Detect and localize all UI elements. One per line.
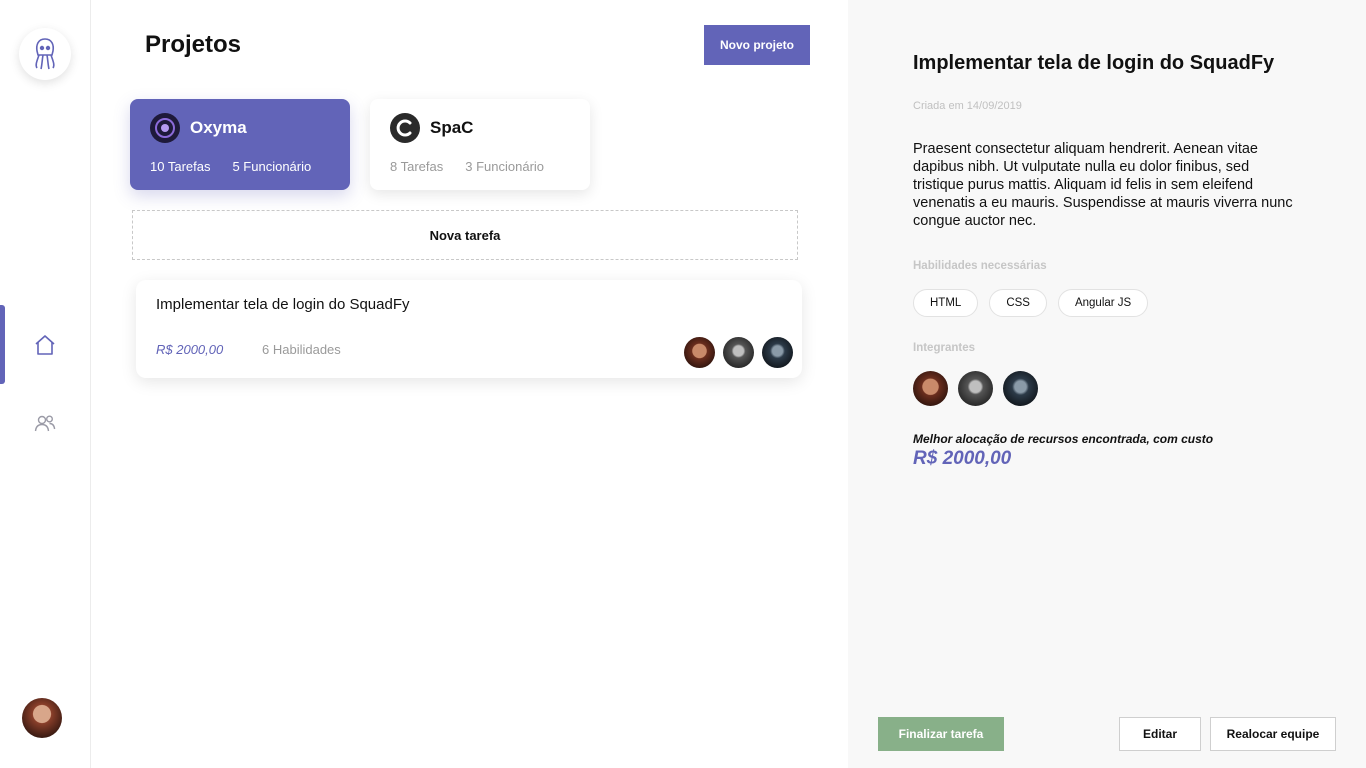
skills-list: HTML CSS Angular JS <box>913 289 1149 317</box>
detail-description: Praesent consectetur aliquam hendrerit. … <box>913 141 1293 229</box>
nav-active-indicator <box>0 305 5 384</box>
project-card-oxyma[interactable]: Oxyma 10 Tarefas 5 Funcionário <box>130 99 350 190</box>
best-allocation-label: Melhor alocação de recursos encontrada, … <box>913 432 1214 446</box>
skill-chip: CSS <box>989 289 1047 317</box>
spac-logo-icon <box>390 113 420 143</box>
task-member-avatars <box>684 337 793 368</box>
home-icon[interactable] <box>31 331 59 359</box>
project-task-count: 10 Tarefas <box>150 159 211 174</box>
avatar <box>762 337 793 368</box>
avatar <box>723 337 754 368</box>
avatar[interactable] <box>1003 371 1038 406</box>
reassign-team-button[interactable]: Realocar equipe <box>1210 717 1336 751</box>
new-task-button[interactable]: Nova tarefa <box>132 210 798 260</box>
users-icon[interactable] <box>31 409 59 437</box>
project-task-count: 8 Tarefas <box>390 159 444 174</box>
user-avatar[interactable] <box>22 698 62 738</box>
avatar[interactable] <box>958 371 993 406</box>
skill-chip: HTML <box>913 289 979 317</box>
page-title: Projetos <box>145 31 242 58</box>
new-project-button[interactable]: Novo projeto <box>704 25 810 65</box>
best-allocation-value: R$ 2000,00 <box>913 448 1012 469</box>
skill-chip: Angular JS <box>1057 289 1149 317</box>
avatar <box>684 337 715 368</box>
project-name: Oxyma <box>190 118 247 137</box>
task-skill-count: 6 Habilidades <box>262 342 341 357</box>
task-price: R$ 2000,00 <box>156 342 224 357</box>
members-list <box>913 371 1038 406</box>
project-employee-count: 3 Funcionário <box>465 159 545 174</box>
finish-task-button[interactable]: Finalizar tarefa <box>878 717 1004 751</box>
edit-button[interactable]: Editar <box>1119 717 1201 751</box>
project-employee-count: 5 Funcionário <box>232 159 312 174</box>
sidebar <box>0 0 91 768</box>
task-detail-panel: Implementar tela de login do SquadFy Cri… <box>848 0 1366 768</box>
task-title: Implementar tela de login do SquadFy <box>156 296 410 313</box>
oxyma-logo-icon <box>150 113 180 143</box>
task-card[interactable]: Implementar tela de login do SquadFy R$ … <box>136 280 802 378</box>
squid-logo-icon[interactable] <box>19 28 71 80</box>
project-name: SpaC <box>430 118 474 137</box>
detail-title: Implementar tela de login do SquadFy <box>913 52 1275 74</box>
skills-label: Habilidades necessárias <box>913 260 1047 272</box>
project-card-spac[interactable]: SpaC 8 Tarefas 3 Funcionário <box>370 99 590 190</box>
avatar[interactable] <box>913 371 948 406</box>
members-label: Integrantes <box>913 342 975 354</box>
detail-created-date: Criada em 14/09/2019 <box>913 100 1022 112</box>
